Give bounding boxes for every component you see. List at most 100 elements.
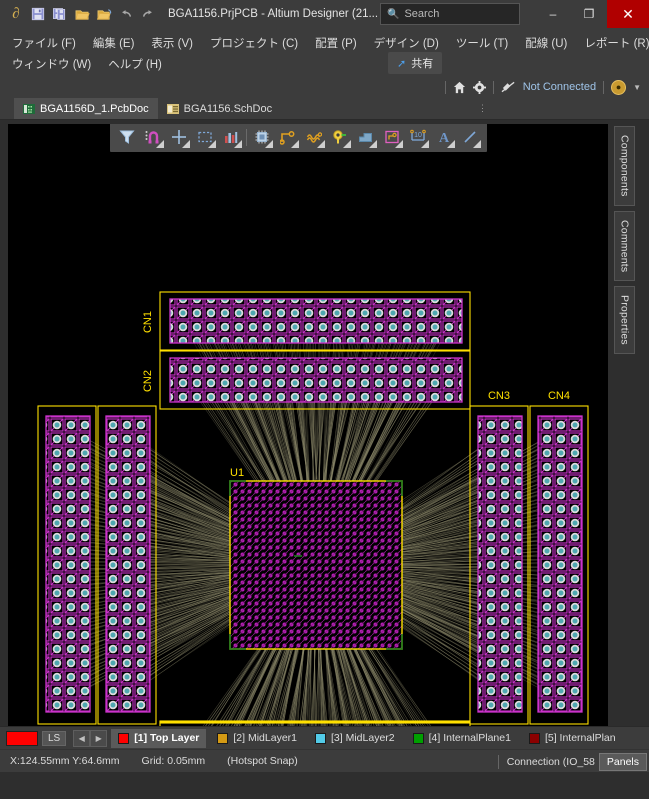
designator-cn2: CN2 [142,370,154,392]
line-icon[interactable] [457,124,483,150]
menu-edit[interactable]: 編集 (E) [93,35,135,51]
designator-cn1: CN1 [142,311,154,333]
chevron-down-icon[interactable]: ▼ [633,83,641,92]
layer-label: [2] MidLayer1 [233,732,298,744]
layer-tab-bar: LS ◀ ▶ [1] Top Layer [2] MidLayer1 [3] M… [0,726,649,749]
layer-tab-internalplane2[interactable]: [5] InternalPlan [522,729,623,748]
selection-icon[interactable] [192,124,218,150]
layer-tab-top-layer[interactable]: [1] Top Layer [111,728,207,748]
layer-label: [4] InternalPlane1 [428,732,511,744]
home-icon[interactable] [453,81,466,94]
open-project-icon[interactable] [94,4,114,24]
room-icon[interactable] [379,124,405,150]
layer-label: [3] MidLayer2 [331,732,395,744]
tab-label: BGA1156.SchDoc [183,102,273,115]
status-connection: Connection (IO_58 [506,755,595,768]
menu-row-2: ウィンドウ (W) ヘルプ (H) [0,53,649,74]
menu-place[interactable]: 配置 (P) [315,35,357,51]
close-button[interactable]: ✕ [607,0,649,28]
filter-icon[interactable] [114,124,140,150]
layer-next-button[interactable]: ▶ [90,729,108,747]
panel-tab-components[interactable]: Components [614,126,635,206]
share-arrow-icon: ➚ [397,57,407,70]
layers-bars-icon[interactable] [218,124,244,150]
route-track-icon[interactable] [275,124,301,150]
quick-access-toolbar: ∂ [0,4,158,24]
search-input[interactable]: 🔍 Search [380,3,520,25]
save-icon[interactable] [28,4,48,24]
pcb-doc-icon [23,103,35,114]
tab-label: BGA1156D_1.PcbDoc [40,102,149,115]
panel-tab-properties[interactable]: Properties [614,285,635,354]
tab-bga1156d-1-pcbdoc[interactable]: BGA1156D_1.PcbDoc [14,98,158,119]
layer-tab-midlayer2[interactable]: [3] MidLayer2 [308,729,402,748]
crosshair-icon[interactable] [166,124,192,150]
layer-tab-midlayer1[interactable]: [2] MidLayer1 [210,729,304,748]
layer-tab-internalplane1[interactable]: [4] InternalPlane1 [406,729,518,748]
user-avatar-icon[interactable]: ● [611,79,627,95]
sch-doc-icon [166,103,179,114]
right-panel-tabs: Components Comments Properties [608,120,641,726]
svg-text:A: A [439,131,450,145]
share-button[interactable]: ➚ 共有 [388,52,443,74]
menu-reports[interactable]: レポート (R) [584,35,649,51]
layer-label: [1] Top Layer [134,732,200,744]
panels-button[interactable]: Panels [598,752,647,771]
layer-nav-group: ◀ ▶ [73,729,108,747]
layer-color-swatch [412,732,424,744]
status-snap-mode: (Hotspot Snap) [227,755,298,767]
menu-file[interactable]: ファイル (F) [12,35,76,51]
menu-bar: ファイル (F) 編集 (E) 表示 (V) プロジェクト (C) 配置 (P)… [0,28,649,76]
text-string-icon[interactable]: A [431,124,457,150]
menu-row-1: ファイル (F) 編集 (E) 表示 (V) プロジェクト (C) 配置 (P)… [0,32,649,53]
menu-window[interactable]: ウィンドウ (W) [12,56,91,72]
menu-tools[interactable]: ツール (T) [456,35,508,51]
save-all-icon[interactable] [50,4,70,24]
menu-help[interactable]: ヘルプ (H) [108,56,162,72]
tab-overflow-icon[interactable]: ⋮ [478,103,487,114]
designator-cn8: CN8 [116,725,138,726]
designator-cn4: CN4 [548,390,570,402]
window-title: BGA1156.PrjPCB - Altium Designer (21... [168,8,379,20]
menu-project[interactable]: プロジェクト (C) [210,35,298,51]
gear-icon[interactable] [472,80,486,94]
connection-off-icon[interactable] [501,81,516,93]
svg-text:10: 10 [414,132,422,139]
main-area: CN1 CN2 CN3 CN4 CN6 CN5 CN7 CN8 U1 [0,120,649,726]
maximize-button[interactable]: ❐ [571,0,607,28]
redo-icon[interactable] [138,4,158,24]
connection-status: Not Connected [522,81,597,93]
layer-color-swatch [528,732,540,744]
connector-pads-cn7 [45,415,91,713]
panel-tab-comments[interactable]: Comments [614,210,635,281]
diffpair-route-icon[interactable] [301,124,327,150]
open-folder-icon[interactable] [72,4,92,24]
menu-design[interactable]: デザイン (D) [374,35,439,51]
toolbar-divider-1 [444,80,446,94]
active-layer-color-swatch[interactable] [6,730,38,746]
status-coordinates: X:124.55mm Y:64.6mm [10,755,120,767]
altium-logo-icon: ∂ [12,5,20,22]
layer-color-swatch [118,732,130,744]
minimize-button[interactable]: – [535,0,571,28]
dimension-icon[interactable]: 10 [405,124,431,150]
undo-icon[interactable] [116,4,136,24]
menu-route[interactable]: 配線 (U) [525,35,567,51]
polygon-pour-icon[interactable] [353,124,379,150]
share-label: 共有 [411,58,434,70]
toolbar-divider-2 [492,80,494,94]
designator-cn7: CN7 [56,725,78,726]
document-tab-bar: BGA1156D_1.PcbDoc BGA1156.SchDoc ⋮ [0,98,649,120]
status-right-group: Connection (IO_58 Panels [497,750,649,773]
connector-pads-cn3 [477,415,523,713]
menu-view[interactable]: 表示 (V) [151,35,193,51]
account-toolbar: Not Connected ● ▼ [0,76,649,98]
pcb-canvas[interactable]: CN1 CN2 CN3 CN4 CN6 CN5 CN7 CN8 U1 [8,124,608,726]
pcb-canvas-container[interactable]: CN1 CN2 CN3 CN4 CN6 CN5 CN7 CN8 U1 [0,120,608,726]
magnet-icon[interactable] [140,124,166,150]
via-icon[interactable] [327,124,353,150]
layer-sets-button[interactable]: LS [42,730,67,746]
layer-prev-button[interactable]: ◀ [73,729,91,747]
tab-bga1156-schdoc[interactable]: BGA1156.SchDoc [158,98,281,119]
component-chip-icon[interactable] [249,124,275,150]
